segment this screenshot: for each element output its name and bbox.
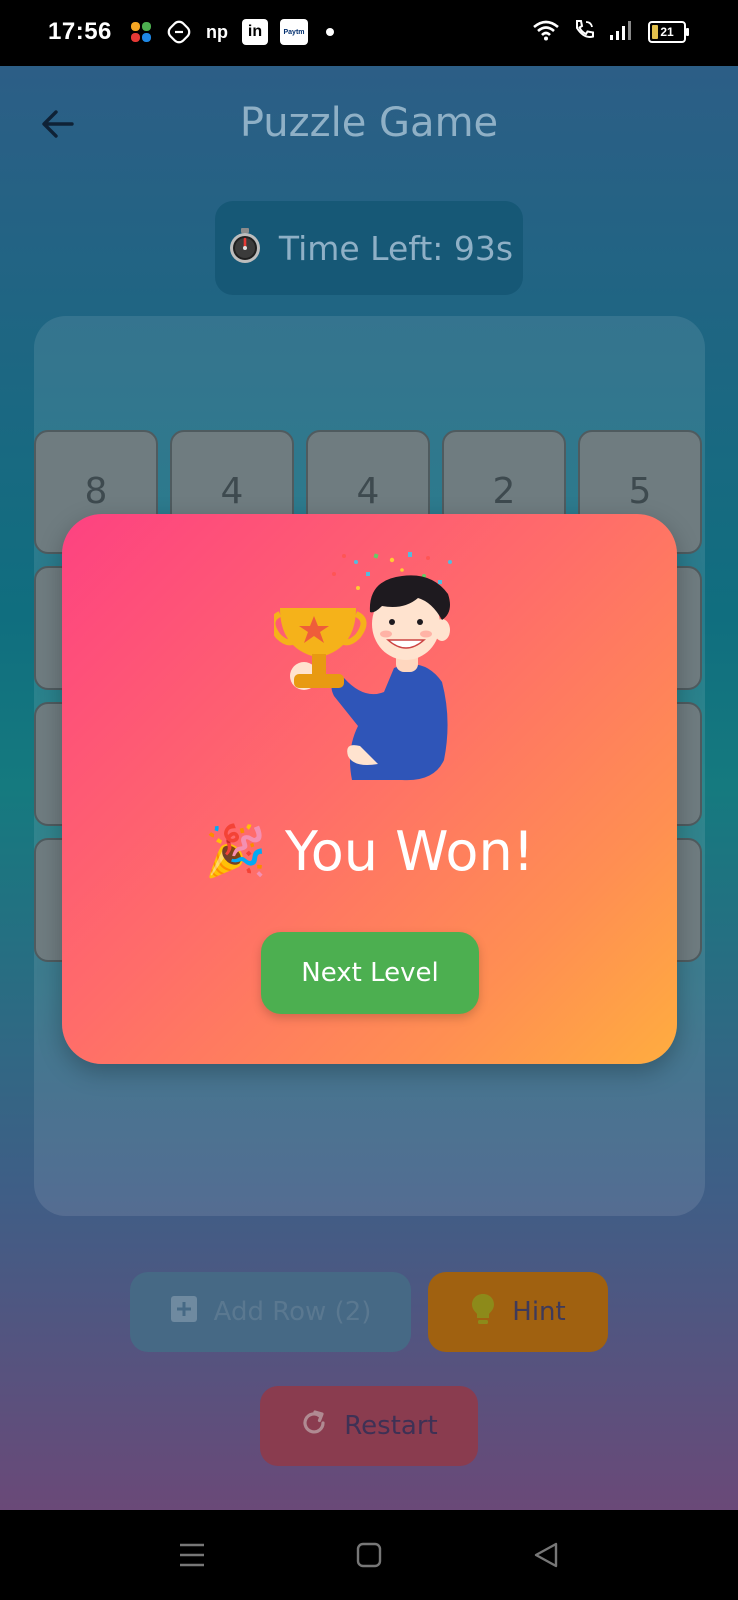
refresh-icon xyxy=(300,1409,328,1444)
signal-icon xyxy=(608,19,636,45)
lightbulb-icon xyxy=(470,1292,496,1333)
timer-label: Time Left: 93s xyxy=(278,228,514,268)
status-time: 17:56 xyxy=(48,18,112,45)
menu-icon xyxy=(180,1543,204,1567)
party-popper-icon: 🎉 xyxy=(204,822,267,880)
stopwatch-icon xyxy=(225,226,265,270)
recent-apps-button[interactable] xyxy=(172,1538,212,1572)
linkedin-app-icon: in xyxy=(242,19,268,45)
tile-value: 2 xyxy=(492,470,516,512)
add-row-label: Add Row (2) xyxy=(213,1297,372,1327)
winner-illustration xyxy=(269,550,464,782)
timer-badge: Time Left: 93s xyxy=(215,201,523,295)
restart-label: Restart xyxy=(344,1411,438,1441)
tile-value: 8 xyxy=(84,470,108,512)
next-level-button[interactable]: Next Level xyxy=(261,932,479,1014)
paytm-app-icon: Paytm xyxy=(280,19,308,45)
battery-level: 21 xyxy=(660,25,674,39)
status-bar: 17:56 np in Paytm 21 xyxy=(0,0,738,66)
hint-label: Hint xyxy=(512,1297,566,1327)
system-back-button[interactable] xyxy=(526,1538,566,1572)
wifi-calling-icon xyxy=(572,18,596,46)
win-heading: 🎉 You Won! xyxy=(62,820,677,883)
more-notifications-dot xyxy=(326,28,334,36)
notification-icons: np in Paytm xyxy=(128,18,334,46)
hint-button[interactable]: Hint xyxy=(428,1272,608,1352)
np-app-icon: np xyxy=(204,19,230,45)
battery-icon: 21 xyxy=(648,21,689,43)
np-app-label: np xyxy=(206,21,228,42)
restart-button[interactable]: Restart xyxy=(260,1386,478,1466)
linkedin-app-label: in xyxy=(247,23,263,40)
pinwheel-app-icon xyxy=(128,19,154,45)
app-screen: Puzzle Game Time Left: 93s 8 4 4 2 5 Add… xyxy=(0,66,738,1510)
plus-square-icon xyxy=(170,1295,198,1330)
shield-app-icon xyxy=(166,19,192,45)
home-button[interactable] xyxy=(349,1538,389,1572)
tile-value: 4 xyxy=(356,470,380,512)
page-title: Puzzle Game xyxy=(239,100,499,146)
win-title: You Won! xyxy=(284,820,535,883)
triangle-back-icon xyxy=(534,1542,558,1568)
square-icon xyxy=(356,1542,382,1568)
next-level-label: Next Level xyxy=(301,958,439,988)
system-nav-bar xyxy=(0,1510,738,1600)
paytm-app-label: Paytm xyxy=(283,28,305,36)
system-icons: 21 xyxy=(532,18,689,46)
tile-value: 5 xyxy=(628,470,652,512)
battery-fill xyxy=(652,25,658,39)
add-row-button[interactable]: Add Row (2) xyxy=(130,1272,411,1352)
wifi-icon xyxy=(532,19,560,45)
tile-value: 4 xyxy=(220,470,244,512)
win-modal: 🎉 You Won! Next Level xyxy=(62,514,677,1064)
